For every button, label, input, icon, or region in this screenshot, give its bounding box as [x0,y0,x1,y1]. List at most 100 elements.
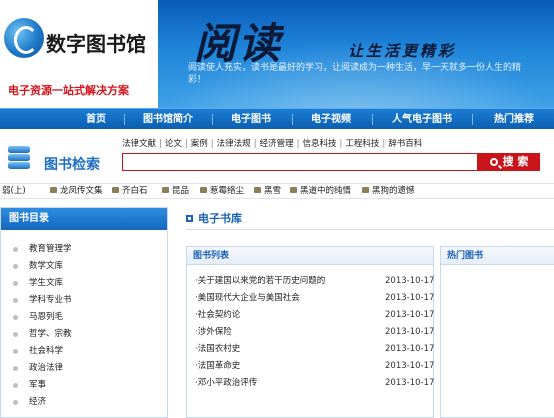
book-title: ·美国现代大企业与美国社会 [195,293,300,303]
logo-icon [4,18,44,58]
divider [186,229,554,230]
bullet-icon [13,366,18,371]
nav-item-ebooks[interactable]: 电子图书 [216,109,286,130]
ticker-item-label: 齐白石 [122,186,148,196]
book-icon [162,187,169,193]
search-input[interactable] [122,153,478,171]
nav-divider [212,114,213,125]
nav-divider [292,114,293,125]
ticker-item[interactable]: 昆品 [162,184,189,198]
nav-item-popular-ebooks[interactable]: 人气电子图书 [376,109,468,130]
ticker-lead[interactable]: 弱(上) [2,184,26,198]
ticker-item[interactable]: 齐白石 [112,184,148,198]
ticker-item-label: 黑狗的遗憾 [372,186,415,196]
category-link-papers[interactable]: 论文 [165,139,182,149]
bullet-icon [13,315,18,320]
book-date: 2013-10-17 [385,276,435,286]
nav-item-recommended[interactable]: 热门推荐 [478,109,550,130]
book-row[interactable]: ·法国农村史 2013-10-17 [195,341,435,357]
ticker-item-label: 黑道中的纯情 [300,186,352,196]
section-title-label: 电子书库 [198,212,242,225]
category-link-engineering[interactable]: 工程科技 [345,139,379,149]
ticker-item[interactable]: 龙凤传文集 [50,184,103,198]
category-link-legal-docs[interactable]: 法律文献 [122,139,156,149]
bullet-icon [13,349,18,354]
banner: 阅读 让生活更精彩 阅读使人充实，读书是最好的学习，让阅读成为一种生活，早一天就… [158,0,554,108]
book-title: ·法国革命史 [195,361,241,371]
ticker-item[interactable]: 惹霉络尘 [200,184,244,198]
bullet-icon [13,247,18,252]
book-list-panel: 图书列表 ·关于建国以来党的若干历史问题的 2013-10-17 ·美国现代大企业… [186,246,434,418]
nav-item-about[interactable]: 图书馆简介 [128,109,208,130]
book-date: 2013-10-17 [385,293,435,303]
search-area: 图书检索 法律文献 | 论文 | 案例 | 法律法规 | 经济管理 | 信息科技 | 工程科技 | 辞书百科… [0,129,554,183]
category-link-cases[interactable]: 案例 [191,139,208,149]
book-title: ·关于建国以来党的若干历史问题的 [195,276,326,286]
bullet-icon [13,281,18,286]
section-title: 电子书库 [186,210,242,226]
book-icon [290,187,297,193]
main-nav: 首页 图书馆简介 电子图书 电子视频 人气电子图书 热门推荐 [0,108,554,129]
sidebar-item-label: 学科专业书 [29,295,72,305]
logo-area[interactable]: 数字图书馆 电子资源一站式解决方案 [0,0,158,108]
book-row[interactable]: ·涉外保险 2013-10-17 [195,324,434,340]
search-title: 图书检索 [44,157,100,173]
header: 数字图书馆 电子资源一站式解决方案 阅读 让生活更精彩 阅读使人充实，读书是最好… [0,0,554,108]
sidebar-item-label: 政治法律 [29,363,64,373]
category-link-laws[interactable]: 法律法规 [217,139,251,149]
book-icon [200,187,207,193]
search-icon [489,158,498,166]
divider: | [210,139,214,149]
ticker-item-label: 惹霉络尘 [210,186,245,196]
book-date: 2013-10-17 [385,361,435,371]
book-date: 2013-10-17 [385,310,435,320]
nav-divider [372,114,373,125]
sidebar-item-label: 经济 [29,397,47,407]
nav-divider [124,114,125,125]
ticker-item[interactable]: 黑道中的纯情 [290,184,351,198]
nav-item-videos[interactable]: 电子视频 [296,109,366,130]
divider: | [296,139,300,149]
book-ticker: 弱(上) 龙凤传文集 齐白石 昆品 惹霉络尘 黑雪 黑道中的纯情 黑狗的遗憾 [0,183,554,199]
logo-text: 数字图书馆 [46,32,146,56]
category-link-encyclopedia[interactable]: 辞书百科 [388,139,422,149]
book-row[interactable]: ·法国革命史 2013-10-17 [195,358,435,374]
search-button-label: 搜 索 [502,155,529,168]
book-date: 2013-10-17 [385,344,435,354]
book-title: ·邓小平政治评传 [195,378,258,388]
book-list-title: 图书列表 [187,247,433,265]
nav-item-home[interactable]: 首页 [70,109,122,130]
book-date: 2013-10-17 [385,378,435,388]
category-link-economics[interactable]: 经济管理 [260,139,294,149]
category-link-info-tech[interactable]: 信息科技 [302,139,336,149]
book-row[interactable]: ·社会契约论 2013-10-17 [195,307,435,323]
bullet-icon [13,298,18,303]
divider: | [159,139,162,149]
search-button[interactable]: 搜 索 [478,153,540,171]
sidebar-item-label: 数学文库 [29,261,64,271]
book-title: ·法国农村史 [195,344,241,354]
divider: | [253,139,257,149]
bullet-icon [13,332,18,337]
book-title: ·社会契约论 [195,310,241,320]
hot-books-panel: 热门图书 [440,246,554,418]
book-icon [254,187,261,193]
book-row[interactable]: ·美国现代大企业与美国社会 2013-10-17 [195,290,435,306]
book-icon [362,187,369,193]
book-row[interactable]: ·关于建国以来党的若干历史问题的 2013-10-17 [195,273,435,289]
book-row[interactable]: ·邓小平政治评传 2013-10-17 [195,375,435,391]
divider: | [382,139,386,149]
sidebar-item-label: 马恩列毛 [29,312,64,322]
database-icon [8,146,30,170]
slogan: 电子资源一站式解决方案 [8,84,129,97]
sidebar-title: 图书目录 [1,208,167,230]
book-icon [50,187,57,193]
book-icon [112,187,119,193]
nav-divider [472,114,473,125]
sidebar-item-label: 教育管理学 [29,244,72,254]
banner-text: 阅读使人充实，读书是最好的学习，让阅读成为一种生活，早一天就多一份人生的精彩！ [188,63,522,85]
divider: | [339,139,343,149]
ticker-item[interactable]: 黑雪 [254,184,281,198]
ticker-item[interactable]: 黑狗的遗憾 [362,184,415,198]
hot-books-title: 热门图书 [441,247,554,265]
